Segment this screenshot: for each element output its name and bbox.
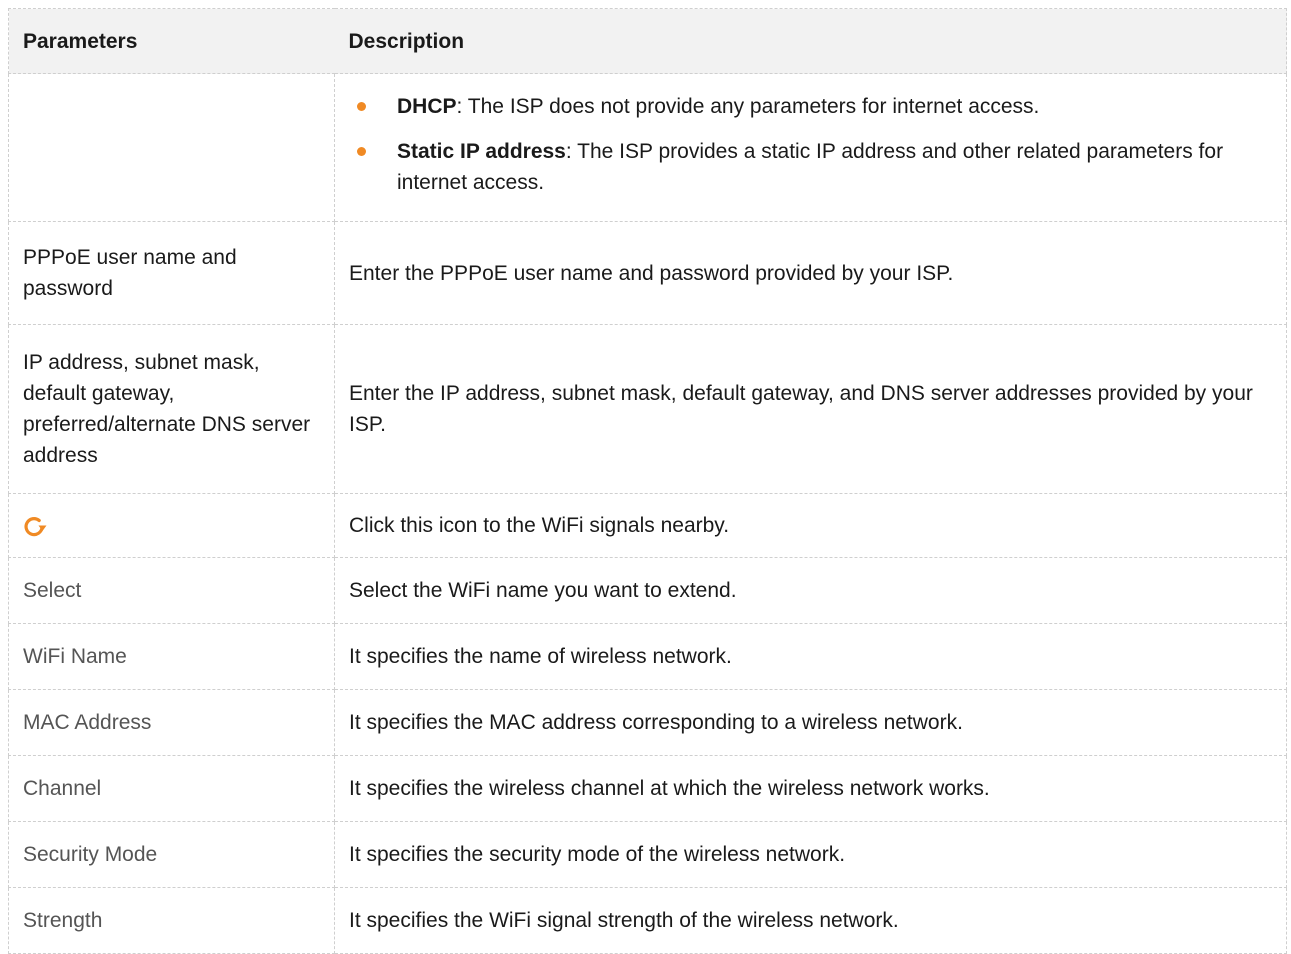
param-cell: IP address, subnet mask, default gateway… [8, 324, 335, 494]
description-cell: It specifies the name of wireless networ… [334, 623, 1287, 690]
table-row: PPPoE user name and password Enter the P… [8, 221, 1287, 325]
description-cell: It specifies the WiFi signal strength of… [334, 887, 1287, 954]
column-header-parameters: Parameters [8, 8, 335, 74]
description-cell: It specifies the security mode of the wi… [334, 821, 1287, 888]
bullet-term: DHCP [397, 95, 457, 118]
param-cell-icon [8, 493, 335, 558]
description-cell: It specifies the MAC address correspondi… [334, 689, 1287, 756]
table-header-row: Parameters Description [8, 8, 1287, 74]
description-cell: Enter the IP address, subnet mask, defau… [334, 324, 1287, 494]
param-cell: Channel [8, 755, 335, 822]
description-cell: Click this icon to the WiFi signals near… [334, 493, 1287, 558]
table-row: Select Select the WiFi name you want to … [8, 557, 1287, 624]
description-cell: It specifies the wireless channel at whi… [334, 755, 1287, 822]
param-cell-empty [8, 73, 335, 222]
parameters-table: Parameters Description DHCP: The ISP doe… [8, 8, 1287, 954]
param-cell: Security Mode [8, 821, 335, 888]
table-row: DHCP: The ISP does not provide any param… [8, 73, 1287, 222]
table-row: Click this icon to the WiFi signals near… [8, 493, 1287, 558]
param-cell: Strength [8, 887, 335, 954]
table-row: IP address, subnet mask, default gateway… [8, 324, 1287, 494]
param-cell: Select [8, 557, 335, 624]
bullet-term: Static IP address [397, 140, 566, 163]
bullet-dot-icon [357, 102, 366, 111]
table-row: MAC Address It specifies the MAC address… [8, 689, 1287, 756]
description-cell: Enter the PPPoE user name and password p… [334, 221, 1287, 325]
bullet-text: : The ISP does not provide any parameter… [456, 95, 1040, 118]
table-row: Channel It specifies the wireless channe… [8, 755, 1287, 822]
column-header-description: Description [334, 8, 1287, 74]
param-cell: WiFi Name [8, 623, 335, 690]
list-item: DHCP: The ISP does not provide any param… [349, 91, 1272, 122]
table-row: Strength It specifies the WiFi signal st… [8, 887, 1287, 954]
description-cell: Select the WiFi name you want to extend. [334, 557, 1287, 624]
refresh-icon [23, 514, 47, 538]
param-cell: MAC Address [8, 689, 335, 756]
bullet-list: DHCP: The ISP does not provide any param… [349, 87, 1272, 208]
description-cell: DHCP: The ISP does not provide any param… [334, 73, 1287, 222]
param-cell: PPPoE user name and password [8, 221, 335, 325]
bullet-dot-icon [357, 147, 366, 156]
table-row: Security Mode It specifies the security … [8, 821, 1287, 888]
list-item: Static IP address: The ISP provides a st… [349, 136, 1272, 198]
table-row: WiFi Name It specifies the name of wirel… [8, 623, 1287, 690]
